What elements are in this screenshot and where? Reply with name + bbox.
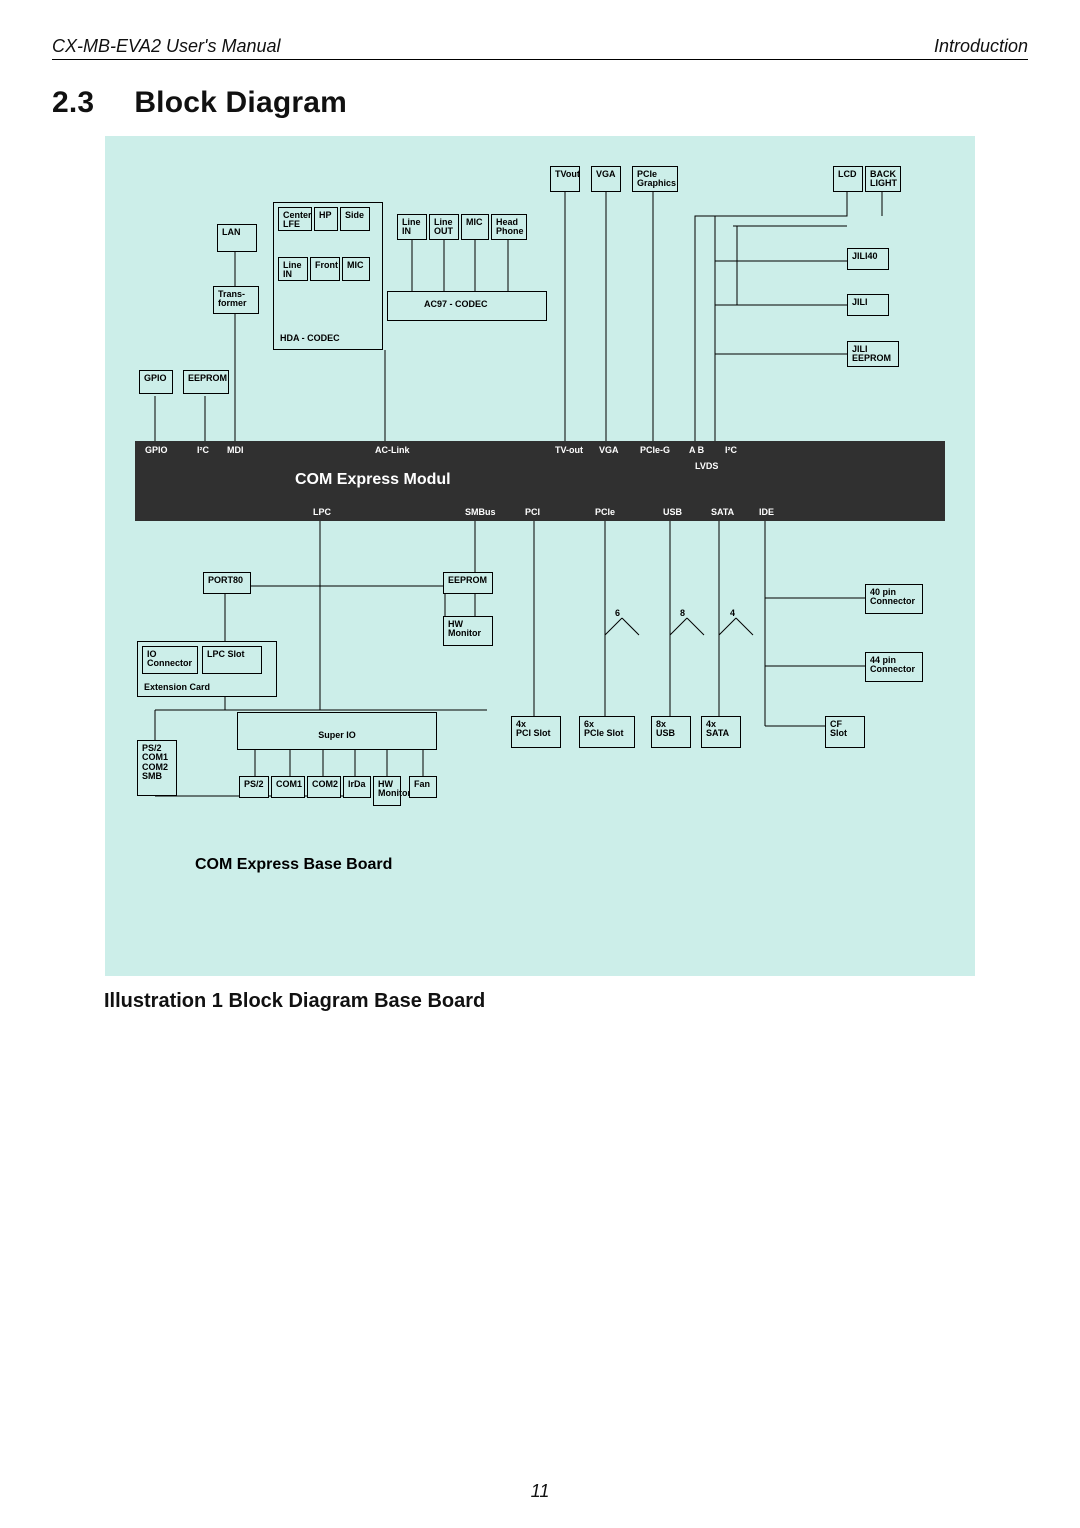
pin-lpc: LPC bbox=[313, 507, 331, 517]
block-diagram: TVout VGA PCIeGraphics LCD BACKLIGHT JIL… bbox=[105, 136, 975, 976]
box-hp: HP bbox=[314, 207, 338, 231]
box-transformer: Trans-former bbox=[213, 286, 259, 314]
box-io-connector: IOConnector bbox=[142, 646, 198, 674]
box-side: Side bbox=[340, 207, 370, 231]
pin-ide: IDE bbox=[759, 507, 774, 517]
com-express-module: COM Express Modul GPIO I²C MDI AC-Link T… bbox=[135, 441, 945, 521]
label-ext-card: Extension Card bbox=[144, 683, 210, 692]
box-pci-slot: 4xPCI Slot bbox=[511, 716, 561, 748]
pin-sata: SATA bbox=[711, 507, 734, 517]
label-hda-codec: HDA - CODEC bbox=[280, 334, 340, 343]
box-pcie-slot: 6xPCIe Slot bbox=[579, 716, 635, 748]
bus-count-pcie: 8 bbox=[680, 608, 685, 618]
box-sata: 4xSATA bbox=[701, 716, 741, 748]
box-port80: PORT80 bbox=[203, 572, 251, 594]
box-cf-slot: CFSlot bbox=[825, 716, 865, 748]
pin-tvout: TV-out bbox=[555, 445, 583, 455]
box-jili: JILI bbox=[847, 294, 889, 316]
box-hda-mic: MIC bbox=[342, 257, 370, 281]
box-hda-line-in: LineIN bbox=[278, 257, 308, 281]
box-lcd: LCD bbox=[833, 166, 863, 192]
box-44pin: 44 pinConnector bbox=[865, 652, 923, 682]
box-jili40: JILI40 bbox=[847, 248, 889, 270]
box-extension-card: IOConnector LPC Slot Extension Card bbox=[137, 641, 277, 697]
page-header: CX-MB-EVA2 User's Manual Introduction bbox=[52, 36, 1028, 60]
box-eeprom2: EEPROM bbox=[443, 572, 493, 594]
label-ac97: AC97 - CODEC bbox=[424, 300, 488, 309]
box-eeprom-top: EEPROM bbox=[183, 370, 229, 394]
box-side-stack: PS/2COM1COM2SMB bbox=[137, 740, 177, 796]
box-pcie-graphics: PCIeGraphics bbox=[632, 166, 678, 192]
box-vga: VGA bbox=[591, 166, 621, 192]
box-lan: LAN bbox=[217, 224, 257, 252]
box-line-in: LineIN bbox=[397, 214, 427, 240]
box-jili-eeprom: JILIEEPROM bbox=[847, 341, 899, 367]
box-com1: COM1 bbox=[271, 776, 305, 798]
box-center-lfe: CenterLFE bbox=[278, 207, 312, 231]
wires-svg bbox=[105, 136, 975, 976]
section-title: Block Diagram bbox=[134, 86, 347, 119]
box-super-io: Super IO bbox=[237, 712, 437, 750]
box-40pin: 40 pinConnector bbox=[865, 584, 923, 614]
box-hda-codec: CenterLFE HP Side LineIN Front MIC HDA -… bbox=[273, 202, 383, 350]
pin-i2c: I²C bbox=[197, 445, 209, 455]
pin-mdi: MDI bbox=[227, 445, 244, 455]
pin-gpio: GPIO bbox=[145, 445, 168, 455]
box-hda-front: Front bbox=[310, 257, 340, 281]
pin-pcie: PCIe bbox=[595, 507, 615, 517]
pin-vga: VGA bbox=[599, 445, 619, 455]
module-title: COM Express Modul bbox=[295, 471, 451, 489]
box-usb: 8xUSB bbox=[651, 716, 691, 748]
box-hw-monitor: HWMonitor bbox=[443, 616, 493, 646]
box-lpc-slot: LPC Slot bbox=[202, 646, 262, 674]
bus-count-pci: 6 bbox=[615, 608, 620, 618]
bus-count-usb: 4 bbox=[730, 608, 735, 618]
box-tvout: TVout bbox=[550, 166, 580, 192]
illustration-caption: Illustration 1 Block Diagram Base Board bbox=[104, 990, 1028, 1013]
header-left: CX-MB-EVA2 User's Manual bbox=[52, 36, 281, 57]
pin-aclink: AC-Link bbox=[375, 445, 410, 455]
header-right: Introduction bbox=[934, 36, 1028, 57]
box-hw2: HWMonitor bbox=[373, 776, 401, 806]
box-headphone: HeadPhone bbox=[491, 214, 527, 240]
pin-usb: USB bbox=[663, 507, 682, 517]
box-ps2: PS/2 bbox=[239, 776, 269, 798]
box-line-out: LineOUT bbox=[429, 214, 459, 240]
box-gpio: GPIO bbox=[139, 370, 173, 394]
box-mic: MIC bbox=[461, 214, 489, 240]
box-irda: IrDa bbox=[343, 776, 371, 798]
box-com2: COM2 bbox=[307, 776, 341, 798]
pin-lvds: LVDS bbox=[695, 461, 718, 471]
pin-pci: PCI bbox=[525, 507, 540, 517]
section-number: 2.3 bbox=[52, 86, 94, 119]
section-heading: 2.3 Block Diagram bbox=[52, 86, 1028, 120]
box-ac97-codec: AC97 - CODEC bbox=[387, 291, 547, 321]
box-backlight: BACKLIGHT bbox=[865, 166, 901, 192]
pin-i2c-r: I²C bbox=[725, 445, 737, 455]
box-fan: Fan bbox=[409, 776, 437, 798]
pin-pcieg: PCIe-G bbox=[640, 445, 670, 455]
base-board-title: COM Express Base Board bbox=[195, 856, 392, 874]
page-number: 11 bbox=[0, 1481, 1080, 1502]
pin-smbus: SMBus bbox=[465, 507, 496, 517]
pin-ab: A B bbox=[689, 445, 704, 455]
